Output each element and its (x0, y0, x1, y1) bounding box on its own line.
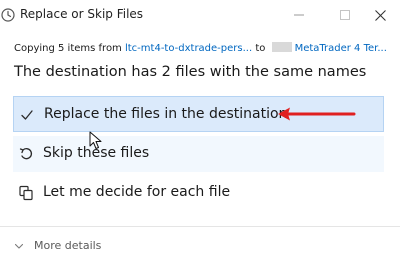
close-icon (374, 9, 386, 21)
minimize-icon (294, 14, 304, 16)
more-details-toggle[interactable]: More details (14, 239, 101, 252)
skip-files-option[interactable]: Skip these files (13, 136, 384, 172)
destination-folder-link[interactable]: MetaTrader 4 Ter... (295, 43, 387, 54)
title-bar: Replace or Skip Files (0, 0, 400, 30)
replace-files-label: Replace the files in the destination (44, 106, 288, 122)
decide-each-file-option[interactable]: Let me decide for each file (13, 175, 384, 211)
redacted-path (271, 42, 292, 52)
checkmark-icon (18, 106, 36, 124)
files-decide-icon (17, 184, 35, 202)
more-details-label: More details (34, 239, 102, 252)
chevron-down-icon (14, 243, 24, 249)
clock-icon (1, 8, 15, 22)
decide-each-file-label: Let me decide for each file (43, 184, 231, 200)
copy-prefix: Copying 5 items from (14, 43, 125, 54)
footer-divider (0, 226, 400, 227)
maximize-icon (340, 10, 350, 20)
conflict-heading: The destination has 2 files with the sam… (14, 64, 367, 80)
window-title: Replace or Skip Files (20, 7, 144, 21)
copy-middle: to (252, 43, 269, 54)
copy-progress-info: Copying 5 items from ltc-mt4-to-dxtrade-… (14, 42, 387, 54)
source-folder-link[interactable]: ltc-mt4-to-dxtrade-pers... (125, 43, 252, 54)
annotation-arrow-icon (278, 107, 356, 121)
minimize-button[interactable] (276, 0, 322, 30)
close-button[interactable] (360, 0, 400, 30)
skip-undo-icon (17, 145, 35, 163)
replace-or-skip-dialog: Replace or Skip Files Copying 5 items fr… (0, 0, 400, 269)
mouse-cursor-icon (89, 131, 102, 149)
